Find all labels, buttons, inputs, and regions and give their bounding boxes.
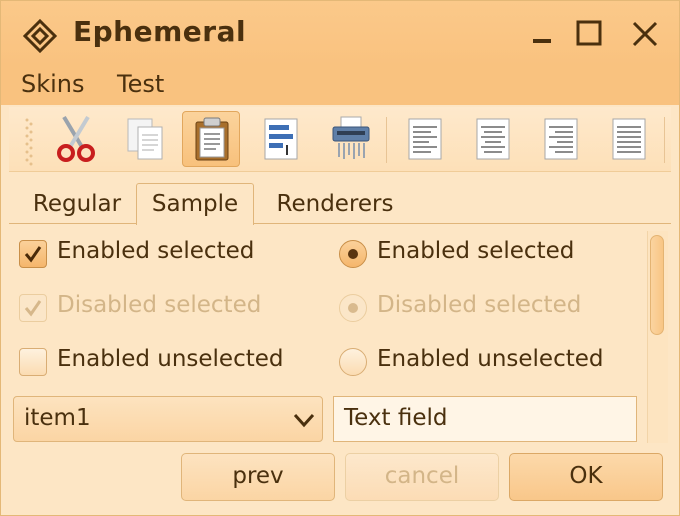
checkbox-box[interactable] bbox=[19, 240, 47, 268]
toolbar-separator bbox=[664, 117, 665, 163]
tab-regular[interactable]: Regular bbox=[21, 185, 133, 223]
toolbar bbox=[9, 107, 671, 172]
checkbox-label: Enabled unselected bbox=[57, 346, 284, 372]
item-combobox[interactable]: item1 bbox=[13, 396, 323, 442]
checkbox-label: Disabled selected bbox=[57, 292, 262, 318]
ok-button[interactable]: OK bbox=[509, 453, 663, 501]
text-field-value: Text field bbox=[344, 405, 448, 431]
checkbox-box bbox=[19, 294, 47, 322]
radio-label: Enabled unselected bbox=[377, 346, 604, 372]
toolbar-grip-icon[interactable] bbox=[25, 117, 33, 167]
minimize-icon[interactable] bbox=[527, 17, 561, 51]
copy-button[interactable] bbox=[117, 111, 175, 167]
menu-skins[interactable]: Skins bbox=[21, 70, 85, 98]
toolbar-separator bbox=[386, 117, 387, 163]
menu-test[interactable]: Test bbox=[117, 70, 164, 98]
radio-button[interactable] bbox=[339, 348, 367, 376]
radio-label: Disabled selected bbox=[377, 292, 582, 318]
paste-icon bbox=[195, 117, 229, 161]
menu-bar: Skins Test bbox=[1, 65, 679, 105]
close-icon[interactable] bbox=[628, 17, 662, 51]
window-title: Ephemeral bbox=[73, 15, 247, 48]
maximize-icon[interactable] bbox=[573, 17, 607, 51]
align-justify-icon bbox=[612, 118, 646, 160]
align-justify-button[interactable] bbox=[600, 111, 658, 167]
align-center-button[interactable] bbox=[464, 111, 522, 167]
cut-button[interactable] bbox=[47, 111, 105, 167]
align-left-button[interactable] bbox=[396, 111, 454, 167]
radio-dot bbox=[348, 249, 358, 259]
align-left-icon bbox=[408, 118, 442, 160]
radio-button bbox=[339, 294, 367, 322]
document-properties-icon bbox=[264, 118, 298, 160]
combobox-value: item1 bbox=[24, 405, 91, 431]
tab-bar: Regular Sample Renderers bbox=[9, 179, 671, 225]
prev-button[interactable]: prev bbox=[181, 453, 335, 501]
cut-icon bbox=[57, 115, 95, 162]
shredder-icon bbox=[332, 116, 370, 159]
align-right-button[interactable] bbox=[532, 111, 590, 167]
sample-panel: Enabled selected Disabled selected Enabl… bbox=[9, 225, 671, 449]
paste-button[interactable] bbox=[182, 111, 240, 167]
properties-button[interactable] bbox=[252, 111, 310, 167]
scrollbar-thumb[interactable] bbox=[650, 235, 664, 335]
tab-renderers[interactable]: Renderers bbox=[263, 185, 407, 223]
align-center-icon bbox=[476, 118, 510, 160]
copy-icon bbox=[127, 118, 163, 160]
align-right-icon bbox=[544, 118, 578, 160]
checkmark-icon bbox=[24, 246, 42, 263]
cancel-button: cancel bbox=[345, 453, 499, 501]
checkbox-box[interactable] bbox=[19, 348, 47, 376]
main-window: Ephemeral Skins Test Regular Sample Rend… bbox=[0, 0, 680, 516]
checkmark-icon bbox=[24, 300, 42, 317]
radio-dot bbox=[348, 303, 358, 313]
tab-sample[interactable]: Sample bbox=[136, 183, 254, 225]
tab-divider bbox=[9, 223, 671, 224]
vertical-scrollbar[interactable] bbox=[647, 231, 668, 443]
checkbox-label: Enabled selected bbox=[57, 238, 255, 264]
radio-button[interactable] bbox=[339, 240, 367, 268]
app-logo-icon bbox=[23, 19, 57, 53]
title-bar[interactable]: Ephemeral bbox=[1, 1, 679, 65]
shredder-button[interactable] bbox=[322, 111, 380, 167]
text-field[interactable]: Text field bbox=[333, 396, 637, 442]
radio-label: Enabled selected bbox=[377, 238, 575, 264]
chevron-down-icon[interactable] bbox=[292, 411, 316, 429]
